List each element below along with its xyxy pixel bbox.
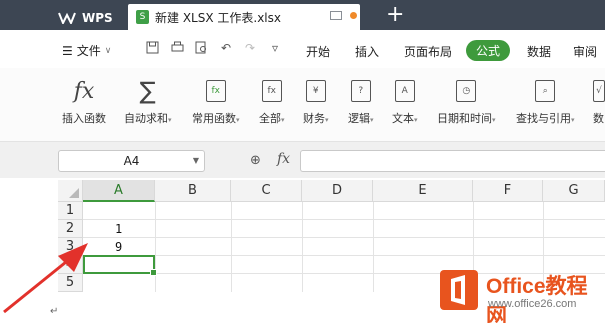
watermark-url: www.office26.com (488, 298, 577, 310)
watermark: Office教程网 www.office26.com (440, 268, 605, 323)
watermark-title: Office教程网 (486, 275, 588, 323)
office-logo-icon (440, 270, 478, 310)
return-mark: ↵ (50, 306, 59, 317)
spreadsheet-window: WPS S 新建 XLSX 工作表.xlsx + ☰ 文件 ∨ ↶ ↷ ▿ 开始… (0, 0, 605, 323)
